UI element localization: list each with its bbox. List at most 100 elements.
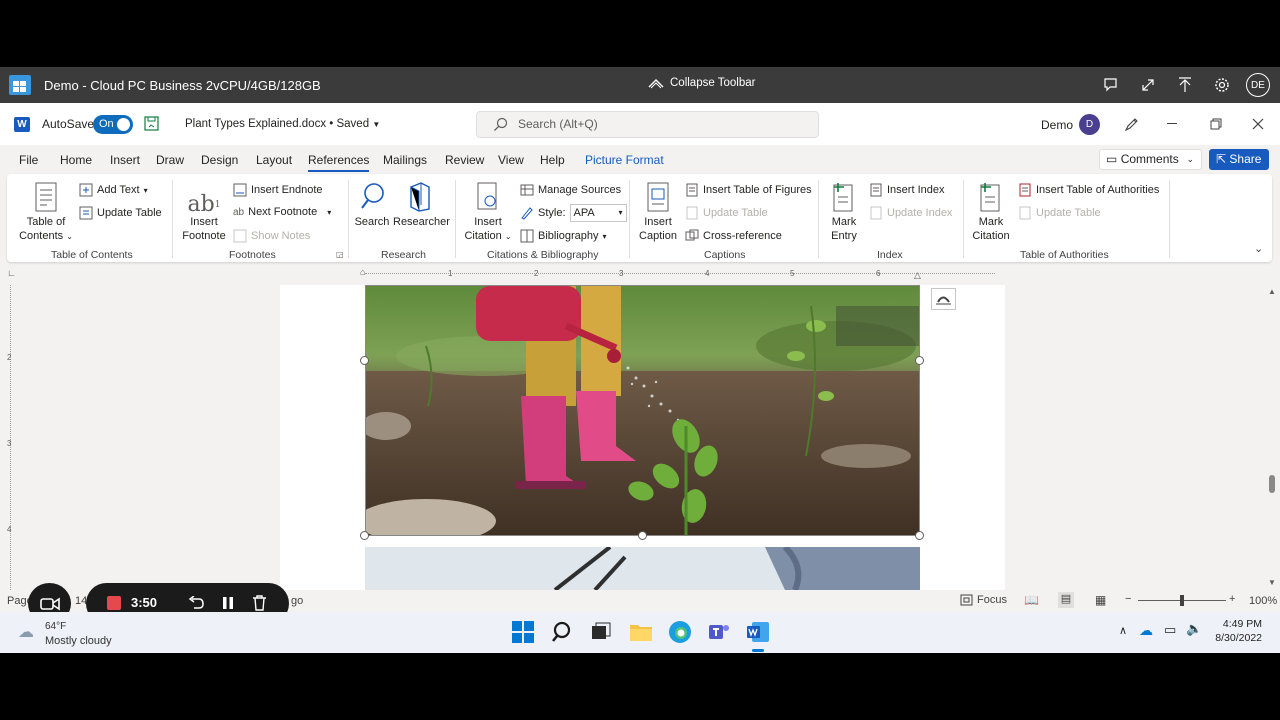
resize-handle[interactable] xyxy=(915,356,924,365)
tab-view[interactable]: View xyxy=(498,153,524,167)
scroll-up-icon[interactable]: ▲ xyxy=(1268,287,1276,296)
mark-citation-button[interactable]: Mark Citation xyxy=(969,180,1013,243)
tab-references[interactable]: References xyxy=(308,153,370,172)
resize-handle[interactable] xyxy=(360,356,369,365)
bibliography-button[interactable]: Bibliography ▾ xyxy=(520,229,607,243)
zoom-level[interactable]: 100% xyxy=(1249,595,1277,607)
vertical-ruler[interactable]: 2 3 4 xyxy=(0,285,20,590)
update-index-button[interactable]: Update Index xyxy=(869,206,952,220)
collapse-toolbar-button[interactable]: Collapse Toolbar xyxy=(648,77,755,89)
dialog-launcher-icon[interactable]: ◲ xyxy=(336,250,344,259)
minimize-icon[interactable] xyxy=(1162,113,1184,135)
update-table-toc-button[interactable]: Update Table xyxy=(79,206,162,220)
horizontal-ruler[interactable]: ∟ ⌂ △ 1 2 3 4 5 6 xyxy=(0,265,1280,285)
document-area[interactable]: 2 3 4 ▲ ▼ xyxy=(0,285,1280,590)
stop-recording-button[interactable] xyxy=(107,596,121,610)
insert-index-button[interactable]: Insert Index xyxy=(869,183,944,197)
manage-sources-button[interactable]: Manage Sources xyxy=(520,183,621,197)
focus-button[interactable]: Focus xyxy=(960,594,1007,606)
second-garden-photo[interactable] xyxy=(365,547,920,590)
autosave-toggle[interactable]: On xyxy=(93,115,133,134)
teams-icon[interactable] xyxy=(707,620,731,644)
layout-options-button[interactable] xyxy=(931,288,956,310)
read-mode-icon[interactable]: 📖 xyxy=(1024,593,1039,607)
undo-icon[interactable] xyxy=(188,596,204,610)
tab-mailings[interactable]: Mailings xyxy=(383,153,427,167)
indent-marker-icon[interactable]: ⌂ xyxy=(360,267,365,277)
tab-selector-icon[interactable]: ∟ xyxy=(7,268,16,278)
search-box[interactable]: Search (Alt+Q) xyxy=(476,111,819,138)
tab-draw[interactable]: Draw xyxy=(156,153,184,167)
show-hidden-icons-chevron-icon[interactable]: ∧ xyxy=(1119,624,1127,637)
weather-widget[interactable]: 64°F Mostly cloudy xyxy=(45,620,112,648)
scroll-thumb[interactable] xyxy=(1269,475,1275,493)
windows-start-icon[interactable] xyxy=(511,620,535,644)
pin-icon[interactable] xyxy=(1172,73,1197,97)
mark-entry-button[interactable]: Mark Entry xyxy=(825,180,863,243)
file-explorer-icon[interactable] xyxy=(629,620,653,644)
user-avatar-de[interactable]: DE xyxy=(1246,73,1270,97)
zoom-slider-thumb[interactable] xyxy=(1180,595,1184,606)
tab-layout[interactable]: Layout xyxy=(256,153,292,167)
table-of-contents-button[interactable]: Table of Contents ⌄ xyxy=(19,180,73,244)
volume-icon[interactable]: 🔈 xyxy=(1186,621,1202,637)
insert-footnote-button[interactable]: ab 1 Insert Footnote xyxy=(179,180,229,243)
print-layout-icon[interactable]: ▤ xyxy=(1058,592,1074,608)
add-text-button[interactable]: Add Text ▾ xyxy=(79,183,148,197)
restore-icon[interactable] xyxy=(1205,113,1227,135)
network-icon[interactable]: ▭ xyxy=(1164,622,1176,638)
save-icon[interactable] xyxy=(144,116,159,131)
researcher-button[interactable]: Researcher xyxy=(393,180,450,229)
resize-handle[interactable] xyxy=(915,531,924,540)
style-select[interactable]: APA ▾ xyxy=(569,204,627,222)
settings-gear-icon[interactable] xyxy=(1209,73,1234,97)
edge-browser-icon[interactable] xyxy=(668,620,692,644)
user-avatar[interactable]: D xyxy=(1079,114,1100,135)
ruler-number: 2 xyxy=(534,269,539,278)
pause-icon[interactable] xyxy=(222,596,234,610)
close-icon[interactable] xyxy=(1247,113,1269,135)
resize-handle[interactable] xyxy=(360,531,369,540)
search-ribbon-button[interactable]: Search xyxy=(353,180,391,229)
resize-handle[interactable] xyxy=(638,531,647,540)
tab-home[interactable]: Home xyxy=(60,153,92,167)
search-taskbar-icon[interactable] xyxy=(551,620,575,644)
tab-design[interactable]: Design xyxy=(201,153,238,167)
document-title[interactable]: Plant Types Explained.docx • Saved ▼ xyxy=(185,118,380,130)
vertical-scrollbar[interactable]: ▲ ▼ xyxy=(1265,285,1279,590)
insert-table-of-figures-button[interactable]: Insert Table of Figures xyxy=(685,183,812,197)
next-footnote-button[interactable]: ab Next Footnote ▾ xyxy=(233,206,331,218)
tab-insert[interactable]: Insert xyxy=(110,153,140,167)
system-clock[interactable]: 4:49 PM 8/30/2022 xyxy=(1215,617,1262,645)
insert-endnote-button[interactable]: Insert Endnote xyxy=(233,183,323,197)
ribbon-expand-chevron-icon[interactable]: ⌄ xyxy=(1254,242,1263,255)
scroll-down-icon[interactable]: ▼ xyxy=(1268,578,1276,587)
right-indent-marker-icon[interactable]: △ xyxy=(914,270,921,281)
cross-reference-button[interactable]: Cross-reference xyxy=(685,229,782,243)
garden-watering-photo[interactable] xyxy=(365,285,920,536)
zoom-in-icon[interactable]: + xyxy=(1229,593,1235,605)
weather-cloud-icon[interactable]: ☁ xyxy=(18,622,34,642)
show-notes-button[interactable]: Show Notes xyxy=(233,229,310,243)
insert-caption-button[interactable]: Insert Caption xyxy=(635,180,681,243)
task-view-icon[interactable] xyxy=(589,620,613,644)
insert-table-of-authorities-button[interactable]: Insert Table of Authorities xyxy=(1018,183,1159,197)
designer-pen-icon[interactable] xyxy=(1123,115,1141,133)
tab-picture-format[interactable]: Picture Format xyxy=(585,153,664,167)
insert-citation-button[interactable]: Insert Citation ⌄ xyxy=(462,180,514,244)
tab-file[interactable]: File xyxy=(19,153,38,167)
tab-review[interactable]: Review xyxy=(445,153,484,167)
comments-button[interactable]: ▭ Comments ⌄ xyxy=(1099,149,1202,170)
trash-icon[interactable] xyxy=(252,595,267,611)
update-table-captions-button[interactable]: Update Table xyxy=(685,206,768,220)
web-layout-icon[interactable]: ▦ xyxy=(1095,593,1106,607)
update-table-authorities-button[interactable]: Update Table xyxy=(1018,206,1101,220)
zoom-out-icon[interactable]: − xyxy=(1125,593,1131,605)
tab-help[interactable]: Help xyxy=(540,153,565,167)
onedrive-icon[interactable]: ☁ xyxy=(1139,622,1153,639)
word-taskbar-icon[interactable] xyxy=(746,620,770,644)
expand-icon[interactable] xyxy=(1135,73,1160,97)
zoom-slider[interactable] xyxy=(1138,595,1226,606)
feedback-icon[interactable] xyxy=(1098,73,1123,97)
share-button[interactable]: ⇱ Share xyxy=(1209,149,1269,170)
